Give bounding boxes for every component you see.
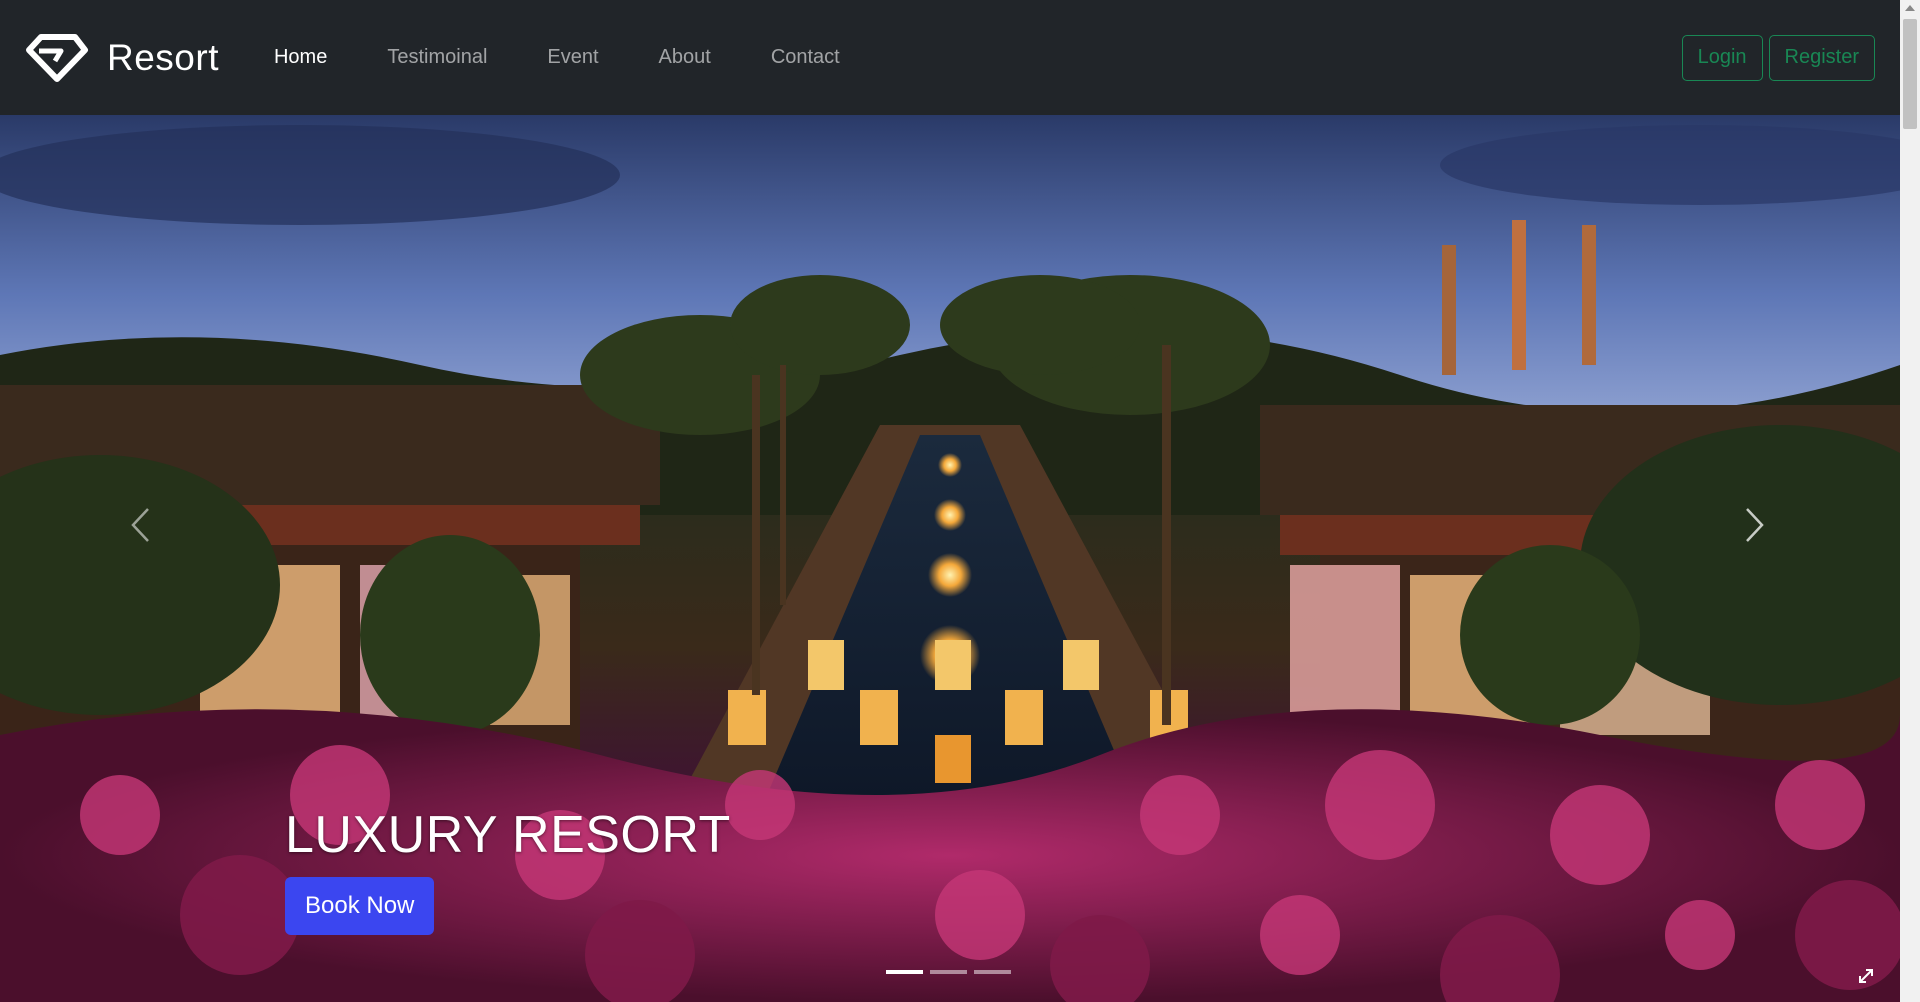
nav-item-home[interactable]: Home [274,46,327,69]
carousel-indicators [886,970,1018,974]
nav-menu: Home Testimoinal Event About Contact [274,46,900,69]
chevron-left-icon [131,508,149,542]
top-navbar: Resort Home Testimoinal Event About Cont… [0,0,1900,115]
brand-name: Resort [107,36,219,78]
carousel-indicator-2[interactable] [930,970,967,974]
auth-buttons: Login Register [1676,34,1875,81]
nav-item-contact[interactable]: Contact [771,46,840,69]
nav-item-testimonial[interactable]: Testimoinal [387,46,487,69]
scroll-up-arrow-icon[interactable] [1905,5,1915,11]
nav-item-about[interactable]: About [659,46,711,69]
hero-carousel: LUXURY RESORT Book Now [0,115,1900,1002]
page-scrollbar[interactable] [1900,0,1920,1002]
expand-icon[interactable] [1856,966,1876,986]
hero-title: LUXURY RESORT [285,806,731,864]
hero-caption: LUXURY RESORT Book Now [285,805,731,935]
login-button[interactable]: Login [1681,34,1763,81]
brand-link[interactable]: Resort [25,31,219,85]
carousel-next-button[interactable] [1715,425,1795,625]
carousel-indicator-3[interactable] [974,970,1011,974]
diamond-logo-icon [26,33,88,82]
nav-item-event[interactable]: Event [547,46,598,69]
carousel-prev-button[interactable] [100,425,180,625]
carousel-indicator-1[interactable] [886,970,923,974]
chevron-right-icon [1746,508,1764,542]
scroll-thumb[interactable] [1903,19,1917,129]
register-button[interactable]: Register [1768,34,1875,81]
book-now-button[interactable]: Book Now [285,877,435,935]
